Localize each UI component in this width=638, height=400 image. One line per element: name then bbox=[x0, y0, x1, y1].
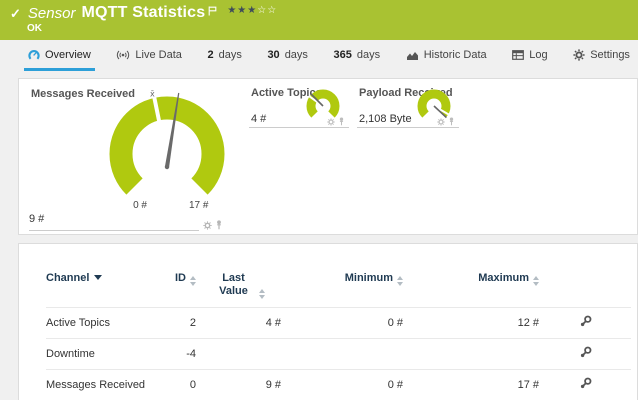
stars-filled: ★★★ bbox=[227, 5, 257, 16]
sort-icon bbox=[533, 276, 539, 286]
area-chart-icon bbox=[406, 50, 419, 61]
tab-30-days[interactable]: 30 days bbox=[263, 44, 312, 71]
wrench-icon[interactable] bbox=[579, 377, 592, 393]
tab-label: Historic Data bbox=[424, 49, 487, 61]
table-row[interactable]: Downtime -4 bbox=[46, 339, 631, 370]
table-row[interactable]: Messages Received 0 9 # 0 # 17 # bbox=[46, 370, 631, 400]
tab-365-days[interactable]: 365 days bbox=[330, 44, 385, 71]
sort-icon bbox=[259, 289, 265, 299]
table-header-row: Channel ID Last Value Minimum Maximum bbox=[46, 270, 631, 308]
tab-label-unit: days bbox=[285, 49, 308, 61]
page-title: MQTT Statistics bbox=[81, 4, 205, 22]
cell-channel: Messages Received bbox=[46, 370, 151, 400]
tab-label: Settings bbox=[590, 49, 630, 61]
column-header-channel[interactable]: Channel bbox=[46, 270, 151, 308]
stars-empty: ☆☆ bbox=[257, 5, 277, 16]
cell-minimum: 0 # bbox=[281, 308, 403, 339]
tab-label-unit: days bbox=[219, 49, 242, 61]
table-row[interactable]: Active Topics 2 4 # 0 # 12 # bbox=[46, 308, 631, 339]
cell-id: 0 bbox=[151, 370, 196, 400]
pin-icon[interactable] bbox=[215, 220, 223, 230]
tab-label-number: 365 bbox=[334, 49, 352, 61]
overview-gauges-panel: Messages Received x̄ 0 # 17 # 9 # Active… bbox=[18, 78, 638, 235]
cell-last-value bbox=[196, 339, 281, 370]
main-gauge-value: 9 # bbox=[29, 213, 44, 225]
divider bbox=[29, 230, 199, 231]
cell-id: 2 bbox=[151, 308, 196, 339]
cell-minimum bbox=[281, 339, 403, 370]
payload-received-gauge-value: 2,108 Byte bbox=[359, 113, 412, 125]
wrench-icon[interactable] bbox=[579, 315, 592, 331]
column-header-last-value[interactable]: Last Value bbox=[196, 270, 281, 308]
gauge-icon bbox=[28, 49, 40, 61]
sensor-type-label: Sensor bbox=[28, 5, 76, 22]
caret-down-icon bbox=[94, 275, 102, 280]
flag-icon[interactable] bbox=[208, 3, 217, 21]
column-header-minimum[interactable]: Minimum bbox=[281, 270, 403, 308]
channel-table: Channel ID Last Value Minimum Maximum bbox=[46, 270, 631, 400]
sort-icon bbox=[397, 276, 403, 286]
tab-label-number: 2 bbox=[207, 49, 213, 61]
main-gauge: x̄ bbox=[106, 89, 228, 201]
status-badge: OK bbox=[27, 23, 42, 34]
tab-2-days[interactable]: 2 days bbox=[203, 44, 245, 71]
gear-icon[interactable] bbox=[437, 118, 445, 126]
tab-bar: Overview Live Data 2 days 30 days 365 da… bbox=[0, 44, 638, 71]
divider bbox=[249, 127, 349, 128]
gear-icon[interactable] bbox=[327, 118, 335, 126]
main-gauge-min: 0 # bbox=[115, 200, 147, 211]
column-label: ID bbox=[175, 272, 186, 284]
divider bbox=[357, 127, 459, 128]
average-marker-label: x̄ bbox=[150, 90, 155, 99]
column-header-maximum[interactable]: Maximum bbox=[403, 270, 539, 308]
gauge-toolbar bbox=[437, 117, 455, 126]
star-rating[interactable]: ★★★☆☆ bbox=[227, 5, 277, 16]
gauge-toolbar bbox=[327, 117, 345, 126]
cell-last-value: 4 # bbox=[196, 308, 281, 339]
prtg-sensor-page: ✓ Sensor MQTT Statistics ★★★☆☆ OK Overvi… bbox=[0, 0, 638, 400]
tab-label-unit: days bbox=[357, 49, 380, 61]
cell-maximum: 17 # bbox=[403, 370, 539, 400]
pin-icon[interactable] bbox=[448, 117, 455, 126]
active-topics-gauge-value: 4 # bbox=[251, 113, 266, 125]
sensor-status-header: ✓ Sensor MQTT Statistics ★★★☆☆ OK bbox=[0, 0, 638, 40]
sort-icon bbox=[190, 276, 196, 286]
gear-icon bbox=[573, 49, 585, 61]
column-header-id[interactable]: ID bbox=[151, 270, 196, 308]
cell-channel: Active Topics bbox=[46, 308, 151, 339]
channel-table-panel: Channel ID Last Value Minimum Maximum bbox=[18, 243, 638, 400]
tab-label: Log bbox=[529, 49, 547, 61]
gauge-toolbar bbox=[203, 220, 223, 230]
cell-channel: Downtime bbox=[46, 339, 151, 370]
cell-last-value: 9 # bbox=[196, 370, 281, 400]
pin-icon[interactable] bbox=[338, 117, 345, 126]
main-gauge-max: 17 # bbox=[189, 200, 208, 211]
tab-label: Overview bbox=[45, 49, 91, 61]
tab-historic-data[interactable]: Historic Data bbox=[402, 44, 491, 71]
wrench-icon[interactable] bbox=[579, 346, 592, 362]
tab-log[interactable]: Log bbox=[508, 44, 551, 71]
cell-id: -4 bbox=[151, 339, 196, 370]
cell-maximum bbox=[403, 339, 539, 370]
tab-overview[interactable]: Overview bbox=[24, 44, 95, 71]
tab-live-data[interactable]: Live Data bbox=[112, 44, 185, 71]
cell-maximum: 12 # bbox=[403, 308, 539, 339]
column-label: Last Value bbox=[213, 272, 255, 298]
table-icon bbox=[512, 50, 524, 60]
column-label: Minimum bbox=[345, 272, 393, 284]
tab-label: Live Data bbox=[135, 49, 181, 61]
column-label: Channel bbox=[46, 272, 89, 284]
broadcast-icon bbox=[116, 50, 130, 60]
tab-label-number: 30 bbox=[267, 49, 279, 61]
gear-icon[interactable] bbox=[203, 221, 212, 230]
tab-settings[interactable]: Settings bbox=[569, 44, 634, 71]
column-label: Maximum bbox=[478, 272, 529, 284]
check-icon: ✓ bbox=[10, 6, 21, 22]
cell-minimum: 0 # bbox=[281, 370, 403, 400]
